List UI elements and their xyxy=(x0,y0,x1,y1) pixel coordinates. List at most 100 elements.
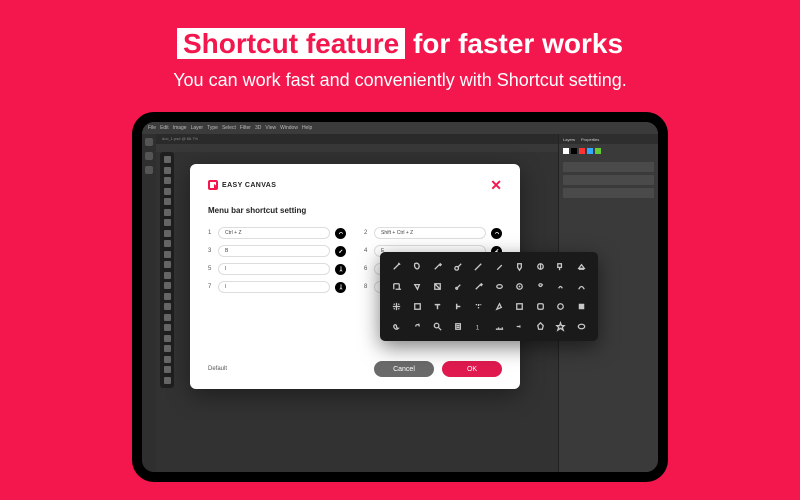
tool-icon[interactable] xyxy=(164,366,171,373)
icon-palette[interactable]: 1 xyxy=(380,252,598,341)
rail-icon[interactable] xyxy=(145,138,153,146)
tool-icon[interactable] xyxy=(164,282,171,289)
tool-icon[interactable] xyxy=(164,177,171,184)
bucket-icon[interactable] xyxy=(513,260,526,273)
burn-icon[interactable] xyxy=(554,280,567,293)
rail-icon[interactable] xyxy=(145,166,153,174)
close-icon[interactable]: ✕ xyxy=(490,178,502,192)
lasso-icon[interactable] xyxy=(411,260,424,273)
tool-icon[interactable] xyxy=(164,240,171,247)
tool-icon[interactable] xyxy=(164,356,171,363)
sponge-icon[interactable] xyxy=(493,280,506,293)
shortcut-input[interactable]: Ctrl + Z xyxy=(218,227,330,239)
swatch[interactable] xyxy=(579,148,585,154)
shortcut-input[interactable]: Shift + Ctrl + Z xyxy=(374,227,486,239)
poly-icon[interactable] xyxy=(534,320,547,333)
zoom-icon[interactable] xyxy=(431,320,444,333)
note-icon[interactable] xyxy=(452,320,465,333)
swatch[interactable] xyxy=(587,148,593,154)
cancel-button[interactable]: Cancel xyxy=(374,361,434,377)
count-icon[interactable]: 1 xyxy=(472,320,485,333)
shortcut-tool-icon[interactable] xyxy=(335,264,346,275)
menu-item[interactable]: Layer xyxy=(191,125,204,131)
menu-item[interactable]: File xyxy=(148,125,156,131)
menu-item[interactable]: Edit xyxy=(160,125,169,131)
menu-item[interactable]: Image xyxy=(173,125,187,131)
rect-icon[interactable] xyxy=(513,300,526,313)
stamp-icon[interactable] xyxy=(554,260,567,273)
dodge-icon[interactable] xyxy=(534,280,547,293)
menu-item[interactable]: Help xyxy=(302,125,312,131)
tool-icon[interactable] xyxy=(164,345,171,352)
custom-icon[interactable] xyxy=(554,320,567,333)
ok-button[interactable]: OK xyxy=(442,361,502,377)
ruler-icon[interactable] xyxy=(493,320,506,333)
shortcut-input[interactable]: B xyxy=(218,245,330,257)
tool-icon[interactable] xyxy=(164,209,171,216)
menu-item[interactable]: Select xyxy=(222,125,236,131)
menu-item[interactable]: Filter xyxy=(240,125,251,131)
tool-icon[interactable] xyxy=(164,377,171,384)
line-icon[interactable] xyxy=(513,320,526,333)
shortcut-tool-icon[interactable] xyxy=(335,246,346,257)
layer-row[interactable] xyxy=(563,162,654,172)
typemask-icon[interactable] xyxy=(472,300,485,313)
shortcut-tool-icon[interactable] xyxy=(335,228,346,239)
shortcut-tool-icon[interactable] xyxy=(335,282,346,293)
tool-icon[interactable] xyxy=(164,251,171,258)
tool-icon[interactable] xyxy=(164,261,171,268)
tool-icon[interactable] xyxy=(164,272,171,279)
tool-icon[interactable] xyxy=(164,293,171,300)
tool-icon[interactable] xyxy=(164,324,171,331)
layer-row[interactable] xyxy=(563,188,654,198)
menu-item[interactable]: Type xyxy=(207,125,218,131)
path-icon[interactable] xyxy=(493,300,506,313)
shortcut-input[interactable]: I xyxy=(218,263,330,275)
brushalt-icon[interactable] xyxy=(472,280,485,293)
tool-icon[interactable] xyxy=(164,219,171,226)
gradient-icon[interactable] xyxy=(431,280,444,293)
tool-icon[interactable] xyxy=(164,167,171,174)
tool-icon[interactable] xyxy=(164,156,171,163)
shortcut-tool-icon[interactable] xyxy=(491,228,502,239)
hand-icon[interactable] xyxy=(390,320,403,333)
layer-row[interactable] xyxy=(563,175,654,185)
move-icon[interactable] xyxy=(390,300,403,313)
wand-icon[interactable] xyxy=(390,260,403,273)
spot-icon[interactable] xyxy=(513,280,526,293)
blur-icon[interactable] xyxy=(534,260,547,273)
typevert-icon[interactable] xyxy=(452,300,465,313)
swatch[interactable] xyxy=(563,148,569,154)
eyedropper-icon[interactable] xyxy=(452,280,465,293)
artboard-icon[interactable] xyxy=(411,300,424,313)
document-tab[interactable]: doc_1.psd @ 66.7% xyxy=(156,134,558,144)
pen-icon[interactable] xyxy=(493,260,506,273)
shortcut-input[interactable]: I xyxy=(218,281,330,293)
rail-icon[interactable] xyxy=(145,152,153,160)
crop-icon[interactable] xyxy=(390,280,403,293)
tool-icon[interactable] xyxy=(164,198,171,205)
swatch[interactable] xyxy=(571,148,577,154)
panel-tab[interactable]: Layers xyxy=(563,137,575,142)
smudge-icon[interactable] xyxy=(575,280,588,293)
tool-icon[interactable] xyxy=(164,335,171,342)
tool-icon[interactable] xyxy=(164,303,171,310)
pencil-icon[interactable] xyxy=(472,260,485,273)
menu-item[interactable]: View xyxy=(265,125,276,131)
healing-icon[interactable] xyxy=(452,260,465,273)
brush-icon[interactable] xyxy=(431,260,444,273)
roundrect-icon[interactable] xyxy=(534,300,547,313)
eraser-icon[interactable] xyxy=(575,260,588,273)
ellipse-icon[interactable] xyxy=(554,300,567,313)
type-icon[interactable] xyxy=(431,300,444,313)
tool-icon[interactable] xyxy=(164,230,171,237)
swatch[interactable] xyxy=(595,148,601,154)
tool-icon[interactable] xyxy=(164,188,171,195)
default-link[interactable]: Default xyxy=(208,366,227,372)
slice-icon[interactable] xyxy=(411,280,424,293)
rectfilled-icon[interactable] xyxy=(575,300,588,313)
ellipsealt-icon[interactable] xyxy=(575,320,588,333)
tool-icon[interactable] xyxy=(164,314,171,321)
panel-tab[interactable]: Properties xyxy=(581,137,599,142)
menu-item[interactable]: 3D xyxy=(255,125,261,131)
